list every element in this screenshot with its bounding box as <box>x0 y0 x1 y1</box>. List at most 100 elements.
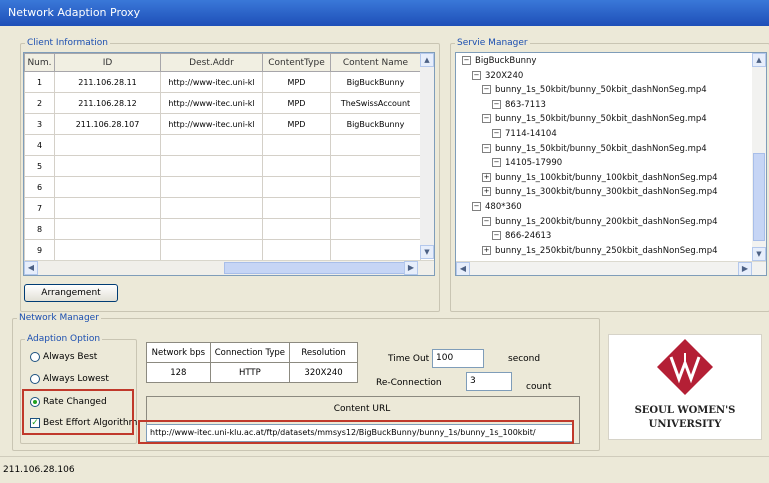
row-content-name <box>330 176 421 198</box>
adaption-highlight-box <box>22 389 134 435</box>
column-header-content-type[interactable]: ContentType <box>262 53 331 72</box>
expand-icon[interactable]: + <box>482 245 491 255</box>
column-header-id[interactable]: ID <box>54 53 161 72</box>
tree-node-label: BigBuckBunny <box>475 56 537 66</box>
collapse-icon[interactable]: − <box>492 99 501 109</box>
tree-node-label: bunny_1s_300kbit/bunny_300kbit_dashNonSe… <box>495 187 718 198</box>
always-best-label[interactable]: Always Best <box>43 352 97 362</box>
tree-scroll-up-icon[interactable]: ▲ <box>752 53 766 67</box>
tree-node[interactable]: −320X240 <box>472 70 524 81</box>
tree-node[interactable]: −866-24613 <box>492 231 551 241</box>
row-num: 9 <box>24 239 55 261</box>
collapse-icon[interactable]: − <box>492 231 501 241</box>
collapse-icon[interactable]: − <box>472 70 481 80</box>
always-lowest-radio[interactable] <box>30 374 40 384</box>
timeout-unit-label: second <box>508 354 541 364</box>
row-content-name <box>330 155 421 177</box>
arrangement-button[interactable]: Arrangement <box>24 284 118 302</box>
tree-node[interactable]: − bunny_1s_50kbit/bunny_50kbit_dashNonSeg… <box>482 114 707 124</box>
column-header-dest-addr[interactable]: Dest.Addr <box>160 53 263 72</box>
collapse-icon[interactable]: − <box>482 216 491 226</box>
table-row[interactable]: 5 <box>24 155 421 177</box>
always-lowest-label[interactable]: Always Lowest <box>43 374 109 384</box>
collapse-icon[interactable]: − <box>482 114 491 124</box>
tree-horizontal-scrollbar[interactable]: ◀ ▶ <box>456 261 766 275</box>
collapse-icon[interactable]: − <box>492 129 501 138</box>
client-table-grid: Num. ID Dest.Addr ContentType Content Na… <box>24 53 421 261</box>
row-dest-addr <box>160 197 263 219</box>
row-dest-addr <box>160 176 263 198</box>
tree-node[interactable]: − bunny_1s_50kbit/bunny_50kbit_dashNonSeg… <box>482 143 707 154</box>
scroll-down-icon[interactable]: ▼ <box>420 245 434 259</box>
tree-node-label: bunny_1s_50kbit/bunny_50kbit_dashNonSeg.… <box>495 114 707 125</box>
table-row[interactable]: 3 211.106.28.107 http://www-itec.uni-kl MPD… <box>24 113 421 135</box>
tree-node-label: bunny_1s_250kbit/bunny_250kbit_dashNonSe… <box>495 245 718 256</box>
tree-scroll-down-icon[interactable]: ▼ <box>752 247 766 261</box>
column-header-content-name[interactable]: Content Name <box>330 53 421 72</box>
tree-scroll-left-icon[interactable]: ◀ <box>456 262 470 275</box>
logo-line-2: UNIVERSITY <box>648 419 722 430</box>
service-tree[interactable]: − BigBuckBunny −320X240− bunny_1s_50kbit/bu… <box>455 52 767 276</box>
column-header-num[interactable]: Num. <box>24 53 55 72</box>
table-row[interactable]: 8 <box>24 218 421 240</box>
client-table[interactable]: Num. ID Dest.Addr ContentType Content Na… <box>23 52 435 276</box>
expand-icon[interactable]: + <box>482 172 491 182</box>
content-url-label: Content URL <box>333 404 391 414</box>
table-row[interactable]: 1 211.106.28.11 http://www-itec.uni-kl MPD B… <box>24 71 421 93</box>
tree-node-label: 320X240 <box>485 70 524 81</box>
row-content-type: MPD <box>262 92 331 114</box>
row-content-type <box>262 197 331 219</box>
tree-vertical-scrollbar[interactable]: ▲ ▼ <box>752 53 766 261</box>
tree-node-label: 7114-14104 <box>505 129 557 139</box>
tree-node[interactable]: − bunny_1s_50kbit/bunny_50kbit_dashNonSeg… <box>482 85 707 95</box>
row-dest-addr: http://www-itec.uni-kl <box>160 113 263 135</box>
tree-node[interactable]: − BigBuckBunny <box>462 56 536 66</box>
tree-node-label: 480*360 <box>485 202 522 212</box>
scroll-left-icon[interactable]: ◀ <box>24 261 38 275</box>
collapse-icon[interactable]: − <box>492 158 501 168</box>
tree-node[interactable]: −863-7113 <box>492 99 546 110</box>
row-num: 6 <box>24 176 55 198</box>
collapse-icon[interactable]: − <box>472 202 481 211</box>
row-content-name: BigBuckBunny <box>330 113 421 135</box>
tree-node-label: 866-24613 <box>505 231 552 242</box>
service-manager-legend: Servie Manager <box>457 38 528 48</box>
collapse-icon[interactable]: − <box>482 143 491 153</box>
tree-node[interactable]: + bunny_1s_250kbit/bunny_250kbit_dashNonS… <box>482 245 718 256</box>
table-horizontal-scrollbar[interactable]: ◀ ▶ <box>24 260 434 275</box>
tree-node[interactable]: + bunny_1s_300kbit/bunny_300kbit_dashNonS… <box>482 187 718 197</box>
status-ip: 211.106.28.106 <box>3 465 75 475</box>
collapse-icon[interactable]: − <box>482 85 491 95</box>
tree-node[interactable]: −14105-17990 <box>492 158 562 168</box>
table-row[interactable]: 4 <box>24 134 421 156</box>
expand-icon[interactable]: + <box>482 187 491 197</box>
tree-scroll-thumb[interactable] <box>753 153 765 241</box>
tree-node[interactable]: −480*360 <box>472 202 522 212</box>
always-best-radio[interactable] <box>30 352 40 362</box>
tree-node[interactable]: −7114-14104 <box>492 129 557 139</box>
table-row[interactable]: 7 <box>24 197 421 219</box>
reconnection-input[interactable]: 3 <box>466 372 512 391</box>
client-information-legend: Client Information <box>27 38 109 48</box>
table-row[interactable]: 9 <box>24 239 421 261</box>
tree-node-label: bunny_1s_100kbit/bunny_100kbit_dashNonSe… <box>495 172 718 183</box>
tree-node[interactable]: + bunny_1s_100kbit/bunny_100kbit_dashNonS… <box>482 172 718 183</box>
resolution-header: Resolution <box>289 342 358 363</box>
table-vertical-scrollbar[interactable]: ▲ ▼ <box>420 53 434 259</box>
row-id <box>54 155 161 177</box>
collapse-icon[interactable]: − <box>462 56 471 65</box>
scroll-up-icon[interactable]: ▲ <box>420 53 434 67</box>
tree-node-label: 863-7113 <box>505 99 546 110</box>
row-content-type <box>262 155 331 177</box>
horizontal-scroll-thumb[interactable] <box>224 262 414 274</box>
tree-scroll-right-icon[interactable]: ▶ <box>738 262 752 275</box>
logo-line-1: SEOUL WOMEN'S <box>634 405 736 416</box>
status-bar: 211.106.28.106 <box>0 456 769 482</box>
table-row[interactable]: 2 211.106.28.12 http://www-itec.uni-kl MPD T… <box>24 92 421 114</box>
network-bps-value: 128 <box>146 362 211 383</box>
row-content-type: MPD <box>262 113 331 135</box>
scroll-right-icon[interactable]: ▶ <box>404 261 418 275</box>
timeout-input[interactable]: 100 <box>432 349 484 368</box>
tree-node[interactable]: − bunny_1s_200kbit/bunny_200kbit_dashNonS… <box>482 216 718 227</box>
table-row[interactable]: 6 <box>24 176 421 198</box>
